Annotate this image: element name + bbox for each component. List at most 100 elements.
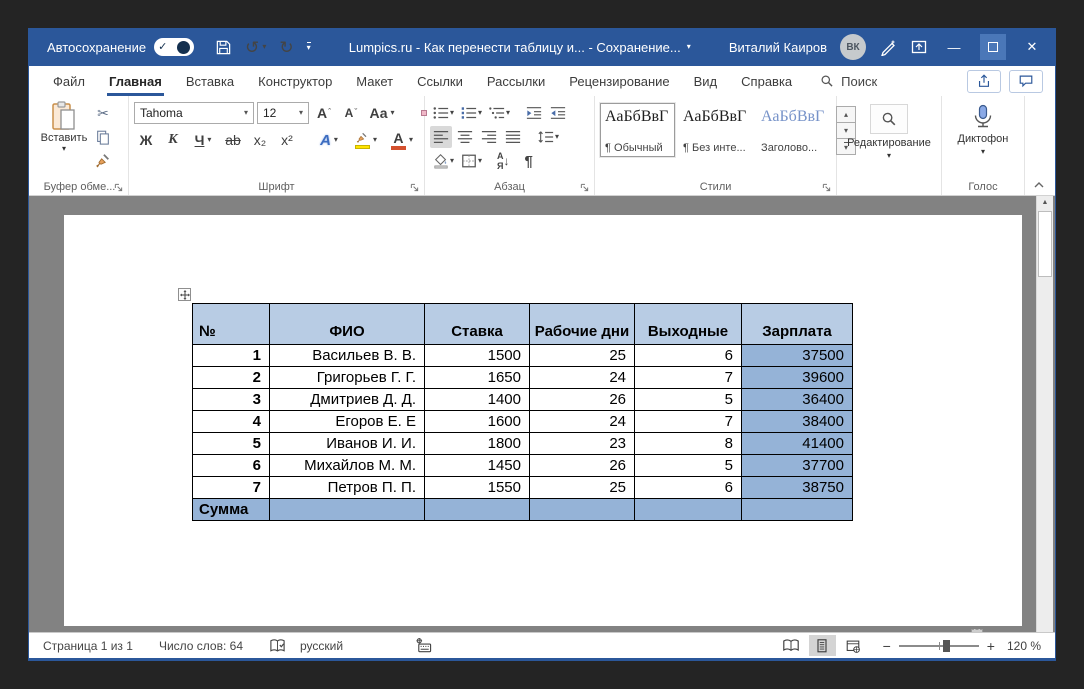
table-cell[interactable]: 7 [635, 367, 742, 389]
dialog-launcher-icon[interactable] [410, 183, 419, 192]
highlight-color-button[interactable]: ▾ [349, 129, 383, 151]
table-cell[interactable]: 1650 [425, 367, 530, 389]
table-cell[interactable]: 4 [193, 411, 270, 433]
minimize-button[interactable]: — [941, 34, 967, 60]
table-cell[interactable]: 3 [193, 389, 270, 411]
style-normal[interactable]: АаБбВвГ ¶ Обычный [600, 103, 675, 157]
change-case-button[interactable]: Аа▾ [366, 102, 398, 124]
tab-layout[interactable]: Макет [344, 66, 405, 96]
table-cell[interactable]: 36400 [742, 389, 853, 411]
zoom-out-button[interactable]: − [883, 639, 891, 653]
table-cell[interactable]: 41400 [742, 433, 853, 455]
table-cell[interactable]: 1500 [425, 345, 530, 367]
table-cell[interactable]: 6 [635, 477, 742, 499]
zoom-level[interactable]: 120 % [1007, 639, 1041, 653]
user-name[interactable]: Виталий Каиров [729, 40, 827, 55]
table-cell[interactable]: 24 [530, 411, 635, 433]
table-cell[interactable]: 6 [635, 345, 742, 367]
align-center-button[interactable] [454, 126, 476, 148]
table-cell[interactable] [742, 499, 853, 521]
font-size-combo[interactable]: 12 ▾ [257, 102, 309, 124]
tab-view[interactable]: Вид [682, 66, 730, 96]
scrollbar-thumb[interactable] [1038, 211, 1052, 277]
print-layout-button[interactable] [809, 635, 836, 656]
style-heading1[interactable]: АаБбВвГ Заголово... [756, 103, 831, 157]
table-cell[interactable]: Петров П. П. [270, 477, 425, 499]
table-cell[interactable]: 5 [635, 455, 742, 477]
table-header-cell[interactable]: ФИО [270, 304, 425, 345]
text-effects-button[interactable]: А▾ [312, 129, 346, 151]
comments-button[interactable] [1009, 70, 1043, 93]
table-cell[interactable]: 38400 [742, 411, 853, 433]
grow-font-button[interactable]: Аˆ [312, 102, 336, 124]
table-cell[interactable]: 24 [530, 367, 635, 389]
table-cell[interactable]: 2 [193, 367, 270, 389]
undo-button[interactable]: ↺ ▾ [245, 39, 266, 56]
table-cell[interactable]: 23 [530, 433, 635, 455]
table-cell[interactable]: 25 [530, 345, 635, 367]
read-mode-button[interactable] [778, 635, 805, 656]
borders-button[interactable]: ▾ [458, 150, 484, 172]
bold-button[interactable]: Ж [134, 129, 158, 151]
autosave-control[interactable]: Автосохранение ✓ [47, 38, 194, 56]
zoom-slider[interactable] [899, 645, 979, 647]
italic-button[interactable]: К [161, 129, 185, 151]
table-cell[interactable]: Михайлов М. М. [270, 455, 425, 477]
table-cell[interactable]: 5 [193, 433, 270, 455]
zoom-slider-thumb[interactable] [943, 640, 950, 652]
shading-button[interactable]: ▾ [430, 150, 456, 172]
sort-button[interactable]: АЯ ↓ [495, 150, 512, 172]
avatar[interactable]: ВК [840, 34, 866, 60]
table-cell[interactable]: Григорьев Г. Г. [270, 367, 425, 389]
table-cell[interactable]: Васильев В. В. [270, 345, 425, 367]
tab-home[interactable]: Главная [97, 66, 174, 96]
dialog-launcher-icon[interactable] [114, 183, 123, 192]
share-button[interactable] [967, 70, 1001, 93]
align-left-button[interactable] [430, 126, 452, 148]
scroll-up-icon[interactable]: ▲ [1037, 199, 1053, 206]
superscript-button[interactable]: x² [275, 129, 299, 151]
page-indicator[interactable]: Страница 1 из 1 [43, 639, 133, 653]
table-header-cell[interactable]: Ставка [425, 304, 530, 345]
table-cell[interactable]: 25 [530, 477, 635, 499]
strikethrough-button[interactable]: ab [221, 129, 245, 151]
justify-button[interactable] [502, 126, 524, 148]
maximize-button[interactable] [980, 34, 1006, 60]
salary-table[interactable]: №ФИОСтавкаРабочие дниВыходныеЗарплата 1В… [192, 303, 853, 521]
align-right-button[interactable] [478, 126, 500, 148]
style-no-spacing[interactable]: АаБбВвГ ¶ Без инте... [678, 103, 753, 157]
tab-references[interactable]: Ссылки [405, 66, 475, 96]
redo-icon[interactable]: ↻ [279, 39, 293, 56]
table-cell[interactable]: 1550 [425, 477, 530, 499]
underline-button[interactable]: Ч▾ [188, 129, 218, 151]
tab-insert[interactable]: Вставка [174, 66, 246, 96]
table-cell[interactable]: 1 [193, 345, 270, 367]
editing-button[interactable]: Редактирование ▾ [842, 99, 936, 178]
tab-file[interactable]: Файл [41, 66, 97, 96]
table-cell[interactable] [270, 499, 425, 521]
close-button[interactable]: ✕ [1019, 34, 1045, 60]
numbering-button[interactable]: ▾ [458, 102, 484, 124]
table-cell[interactable]: 7 [193, 477, 270, 499]
table-cell[interactable]: 26 [530, 389, 635, 411]
table-cell[interactable]: 7 [635, 411, 742, 433]
font-name-combo[interactable]: Tahoma ▾ [134, 102, 254, 124]
customize-toolbar-icon[interactable]: ▾ [307, 42, 311, 52]
table-cell[interactable]: 1600 [425, 411, 530, 433]
table-cell[interactable]: 37500 [742, 345, 853, 367]
table-cell[interactable] [425, 499, 530, 521]
multilevel-list-button[interactable]: ▾ [486, 102, 512, 124]
shrink-font-button[interactable]: Аˇ [339, 102, 363, 124]
cut-button[interactable]: ✂ [92, 103, 114, 123]
vertical-scrollbar[interactable]: ▲ [1036, 196, 1053, 632]
autosave-toggle[interactable]: ✓ [154, 38, 194, 56]
decrease-indent-button[interactable] [523, 102, 545, 124]
table-header-cell[interactable]: Зарплата [742, 304, 853, 345]
language-indicator[interactable]: русский [300, 639, 343, 653]
window-title[interactable]: Lumpics.ru - Как перенести таблицу и... … [349, 40, 691, 55]
table-cell[interactable]: 1400 [425, 389, 530, 411]
table-header-cell[interactable]: Выходные [635, 304, 742, 345]
line-spacing-button[interactable]: ▾ [535, 126, 561, 148]
table-cell[interactable]: 26 [530, 455, 635, 477]
table-header-cell[interactable]: № [193, 304, 270, 345]
